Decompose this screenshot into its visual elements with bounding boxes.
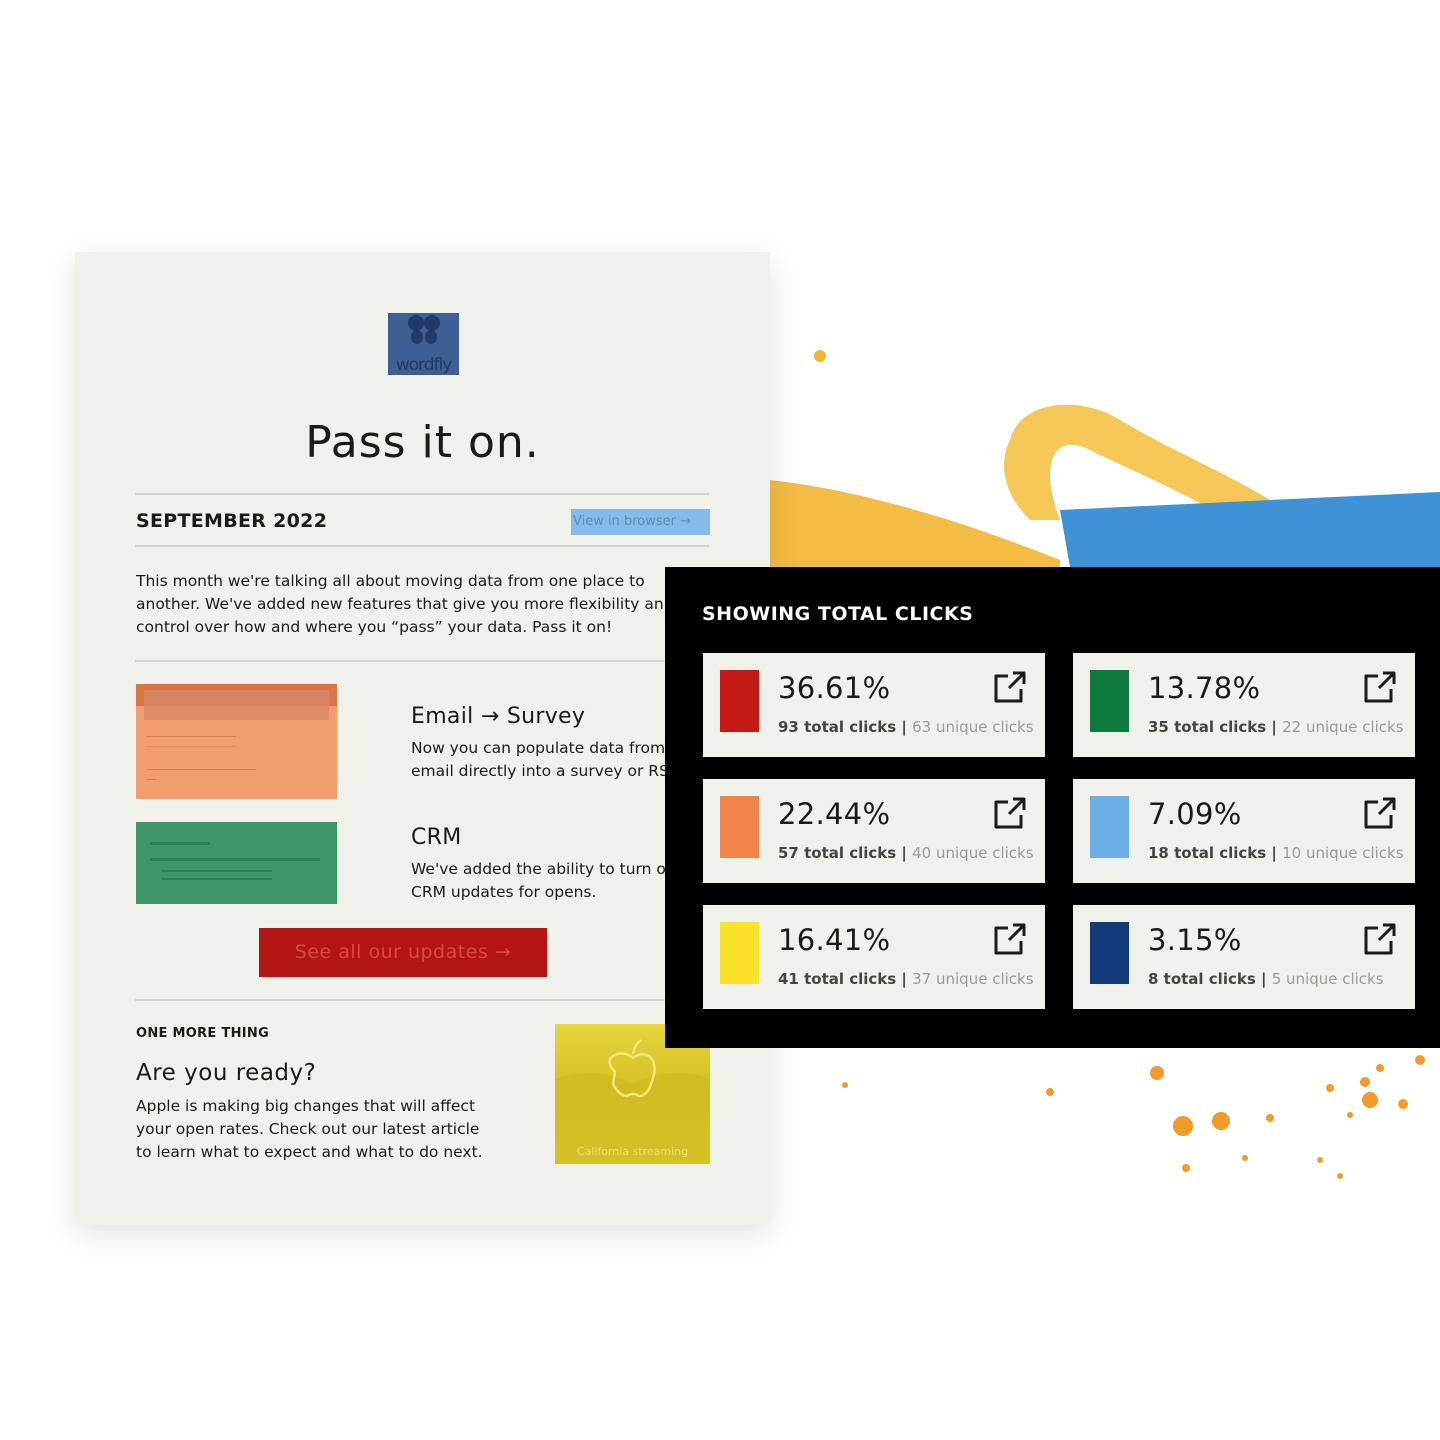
divider [135, 493, 709, 495]
link-stat-card: 7.09% 18 total clicks | 10 unique clicks [1073, 779, 1415, 883]
view-in-browser-link[interactable]: View in browser → [571, 509, 710, 535]
click-counts: 8 total clicks | 5 unique clicks [1148, 970, 1384, 988]
external-link-icon[interactable] [1362, 669, 1398, 705]
apple-caption: California streaming [576, 1145, 689, 1158]
panel-title: SHOWING TOTAL CLICKS [702, 603, 974, 625]
see-all-updates-button[interactable]: See all our updates → [259, 928, 547, 977]
click-stats-panel: SHOWING TOTAL CLICKS 36.61% 93 total cli… [665, 567, 1440, 1048]
external-link-icon[interactable] [992, 795, 1028, 831]
color-swatch [720, 670, 759, 732]
link-stat-card: 36.61% 93 total clicks | 63 unique click… [703, 653, 1045, 757]
click-percentage: 7.09% [1148, 797, 1242, 831]
click-counts: 41 total clicks | 37 unique clicks [778, 970, 1034, 988]
link-stat-card: 16.41% 41 total clicks | 37 unique click… [703, 905, 1045, 1009]
divider [135, 545, 709, 547]
logo-wordmark: wordfly [395, 355, 453, 375]
color-swatch [1090, 670, 1129, 732]
click-percentage: 13.78% [1148, 671, 1261, 705]
butterfly-icon [408, 315, 440, 344]
crm-thumbnail[interactable] [136, 822, 337, 904]
intro-text: This month we're talking all about movin… [136, 572, 664, 636]
email-title: Pass it on. [305, 417, 540, 468]
link-stat-card: 13.78% 35 total clicks | 22 unique click… [1073, 653, 1415, 757]
external-link-icon[interactable] [1362, 921, 1398, 957]
click-counts: 35 total clicks | 22 unique clicks [1148, 718, 1404, 736]
feature-text: Now you can populate data from email dir… [411, 739, 669, 780]
section-label: ONE MORE THING [136, 1026, 270, 1041]
divider [135, 660, 709, 662]
feature-text: We've added the ability to turn o CRM up… [411, 860, 666, 901]
color-swatch [1090, 922, 1129, 984]
click-counts: 57 total clicks | 40 unique clicks [778, 844, 1034, 862]
click-percentage: 22.44% [778, 797, 891, 831]
click-percentage: 36.61% [778, 671, 891, 705]
link-stat-card: 3.15% 8 total clicks | 5 unique clicks [1073, 905, 1415, 1009]
link-stat-card: 22.44% 57 total clicks | 40 unique click… [703, 779, 1045, 883]
external-link-icon[interactable] [992, 669, 1028, 705]
color-swatch [1090, 796, 1129, 858]
feature-title-email-survey: Email → Survey [411, 704, 586, 729]
divider [135, 999, 709, 1001]
click-counts: 18 total clicks | 10 unique clicks [1148, 844, 1404, 862]
issue-month: SEPTEMBER 2022 [136, 510, 328, 532]
click-counts: 93 total clicks | 63 unique clicks [778, 718, 1034, 736]
click-percentage: 3.15% [1148, 923, 1242, 957]
external-link-icon[interactable] [1362, 795, 1398, 831]
color-swatch [720, 796, 759, 858]
click-percentage: 16.41% [778, 923, 891, 957]
section-text: Apple is making big changes that will af… [136, 1097, 483, 1161]
external-link-icon[interactable] [992, 921, 1028, 957]
section-title: Are you ready? [136, 1060, 317, 1086]
wordfly-logo: wordfly [388, 313, 459, 375]
survey-thumbnail[interactable] [136, 684, 337, 799]
feature-title-crm: CRM [411, 825, 462, 850]
color-swatch [720, 922, 759, 984]
